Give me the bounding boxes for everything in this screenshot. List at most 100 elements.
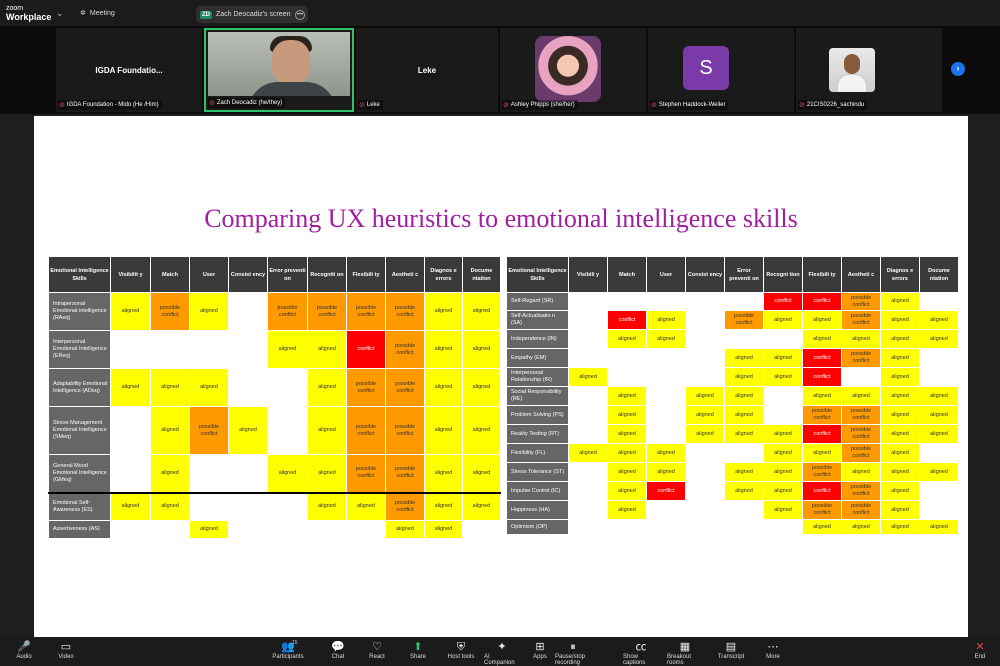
heatmap-cell: possible conflict [150, 292, 190, 331]
meeting-menu[interactable]: ✲ Meeting [80, 9, 115, 18]
heatmap-cell: possible conflict [841, 348, 881, 368]
heatmap-cell: aligned [841, 386, 881, 406]
heatmap-cell: aligned [880, 405, 920, 425]
column-header: Recogni tion [763, 256, 803, 293]
next-page-icon[interactable]: › [951, 62, 965, 76]
skill-label: Problem Solving (PS) [506, 405, 569, 425]
react-button[interactable]: ♡ React [359, 641, 395, 660]
table-row: Adaptability Emotional Intelligence (ADe… [48, 368, 501, 407]
heatmap-cell: aligned [607, 386, 647, 406]
heatmap-cell [685, 310, 725, 330]
table-row: Happiness (HA) aligned aligned possible con… [506, 500, 959, 520]
heatmap-cell: aligned [607, 329, 647, 349]
heatmap-cell: aligned [307, 330, 347, 369]
column-header: Match [150, 256, 190, 293]
heatmap-cell: conflict [802, 292, 842, 311]
participant-tile-active[interactable]: ⊘ Zach Deocadiz (he/they) [204, 28, 354, 112]
participant-tile[interactable]: IGDA Foundatio... ⊘ IGDA Foundation - Mid… [56, 28, 202, 112]
share-button[interactable]: ⬆ Share [400, 641, 436, 660]
ai-companion-button[interactable]: ✦ AI Companion [484, 641, 520, 666]
heatmap-cell [228, 491, 268, 521]
heatmap-cell: aligned [110, 491, 151, 521]
meeting-toolbar: 🎤 Audio ▭ Video 👥 Participants 15 💬 Chat ♡ React ⬆ S… [0, 638, 1000, 666]
heatmap-cell: aligned [880, 292, 920, 311]
heatmap-cell: aligned [424, 454, 463, 493]
avatar [829, 48, 875, 92]
chevron-down-icon[interactable]: ⌄ [56, 8, 64, 19]
heatmap-cell: conflict [802, 424, 842, 444]
skill-label: Social Responsibility (RE) [506, 386, 569, 406]
heatmap-cell [646, 500, 686, 520]
heatmap-cell: aligned [307, 491, 347, 521]
apps-button[interactable]: ⊞ Apps [522, 641, 558, 660]
table-row: Independence (IN) aligned aligned aligned al… [506, 329, 959, 349]
heatmap-cell [685, 462, 725, 482]
heatmap-cell: possible conflict [841, 500, 881, 520]
participant-tile[interactable]: ⊘ 21CIS0226_sachindu [796, 28, 942, 112]
breakout-rooms-button[interactable]: ▦ Breakout rooms [667, 641, 703, 666]
zoom-logo: zoom Workplace [6, 5, 52, 22]
table-header-row: Emotional Intelligence Skills Visibilit y… [48, 256, 501, 293]
heatmap-cell: possible conflict [724, 310, 764, 330]
show-captions-button[interactable]: ㏄ Show captions [623, 641, 659, 666]
more-button[interactable]: ⋯ More [755, 641, 791, 660]
participant-tile[interactable]: S ⊘ Stephen Haddock-Weiler [648, 28, 794, 112]
heatmap-cell: possible conflict [841, 481, 881, 501]
pause-stop-recording-button[interactable]: ⏸ Pause/stop recording [555, 641, 591, 666]
heatmap-cell [724, 519, 764, 535]
heatmap-cell [841, 367, 881, 387]
skill-label: Emotional Self-Awareness (ES) [48, 491, 111, 521]
comparison-table-left: Emotional Intelligence Skills Visibilit y… [48, 256, 501, 539]
table-header-row: Emotional Intelligence Skills Visibili yM… [506, 256, 959, 293]
apps-icon: ⊞ [535, 641, 545, 653]
end-button[interactable]: ✕ End [962, 641, 998, 660]
heatmap-cell [267, 406, 308, 455]
table-row: Self-Regard (SR) conflict conflict possible… [506, 292, 959, 311]
column-header: Flexibili ty [802, 256, 842, 293]
heatmap-cell [110, 330, 151, 369]
heatmap-cell: aligned [646, 443, 686, 463]
heatmap-cell: aligned [724, 424, 764, 444]
comparison-table-right: Emotional Intelligence Skills Visibili yM… [506, 256, 959, 535]
heatmap-cell: aligned [189, 368, 229, 407]
heatmap-cell [919, 292, 959, 311]
heatmap-cell [189, 454, 229, 493]
skill-label: Stress Tolerance (ST) [506, 462, 569, 482]
heatmap-cell: possible conflict [346, 368, 386, 407]
heatmap-cell: possible conflict [385, 330, 425, 369]
cc-icon: ㏄ [635, 641, 647, 653]
heatmap-cell: aligned [724, 462, 764, 482]
heatmap-cell: possible conflict [385, 406, 425, 455]
transcript-button[interactable]: ▤ Transcript [713, 641, 749, 660]
heatmap-cell [724, 292, 764, 311]
audio-button[interactable]: 🎤 Audio [6, 641, 42, 660]
share-tab[interactable]: ZD Zach Deocadiz's screen ••• [196, 6, 308, 23]
heatmap-cell: aligned [919, 519, 959, 535]
heatmap-cell: aligned [462, 368, 501, 407]
table-row: Interpersonal Relationship (IR) aligned al… [506, 367, 959, 387]
heatmap-cell: aligned [267, 330, 308, 369]
host-tools-button[interactable]: ⛨ Host tools [443, 641, 479, 660]
participant-tile[interactable]: Leke ⊘ Leke [356, 28, 498, 112]
heatmap-cell [228, 520, 268, 539]
skill-label: Optimism (OP) [506, 519, 569, 535]
table-row: Social Responsibility (RE) aligned aligned… [506, 386, 959, 406]
camera-off-icon: ▭ [60, 641, 72, 653]
chat-icon: 💬 [331, 641, 345, 653]
skill-label: Assertiveness (AS) [48, 520, 111, 539]
heatmap-cell [646, 519, 686, 535]
column-header: Diagnos e errors [424, 256, 463, 293]
video-button[interactable]: ▭ Video [48, 641, 84, 660]
heatmap-cell [267, 491, 308, 521]
participants-button[interactable]: 👥 Participants 15 [270, 640, 306, 660]
mic-muted-icon: ⊘ [799, 102, 805, 109]
heatmap-cell [228, 368, 268, 407]
heatmap-cell [724, 500, 764, 520]
chat-button[interactable]: 💬 Chat [320, 641, 356, 660]
participant-tile[interactable]: ⊘ Ashley Phipps (she/her) [500, 28, 646, 112]
heatmap-cell: aligned [150, 454, 190, 493]
heatmap-cell: aligned [919, 329, 959, 349]
more-options-icon[interactable]: ••• [295, 9, 305, 20]
heatmap-cell: aligned [646, 329, 686, 349]
heatmap-cell [685, 519, 725, 535]
